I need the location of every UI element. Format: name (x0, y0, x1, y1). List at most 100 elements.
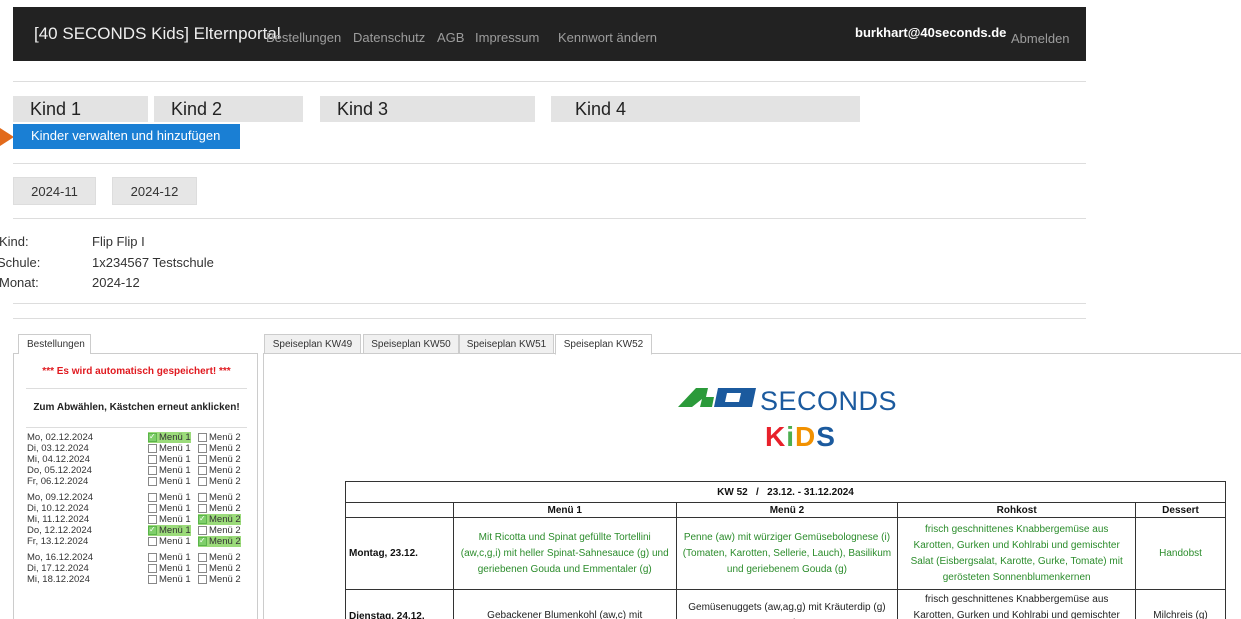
menu-2-checkbox[interactable]: Menü 2 (198, 454, 241, 465)
checkbox-icon[interactable] (198, 433, 207, 442)
checkbox-icon[interactable] (198, 455, 207, 464)
menu-1-checkbox[interactable]: Menü 1 (148, 503, 191, 514)
tab-kind-3[interactable]: Kind 3 (320, 96, 535, 122)
menu-2-checkbox[interactable]: Menü 2 (198, 443, 241, 454)
checkbox-icon[interactable] (148, 477, 157, 486)
menu-2-checkbox[interactable]: Menü 2 (198, 476, 241, 487)
order-day-row: Di, 17.12.2024 Menü 1 Menü 2 (27, 563, 252, 574)
checkbox-icon[interactable] (148, 564, 157, 573)
logo-kids-text: KiDS (765, 421, 836, 453)
user-email: burkhart@40seconds.de (855, 25, 1007, 40)
checkbox-icon[interactable] (198, 444, 207, 453)
menu-table: KW 52 / 23.12. - 31.12.2024 Menü 1 Menü … (345, 481, 1226, 619)
header-dessert: Dessert (1135, 502, 1226, 518)
nav-link-bestellungen[interactable]: Bestellungen (266, 30, 341, 45)
menu-1-checkbox[interactable]: Menü 1 (148, 574, 191, 585)
menu-1-checkbox[interactable]: Menü 1 (148, 552, 191, 563)
tab-kind-2[interactable]: Kind 2 (154, 96, 303, 122)
checkbox-icon[interactable] (148, 524, 157, 535)
menu-2-cell: Gemüsenuggets (aw,ag,g) mit Kräuterdip (… (675, 589, 899, 619)
month-button-2024-11[interactable]: 2024-11 (13, 177, 96, 205)
menu-1-checkbox[interactable]: Menü 1 (148, 465, 191, 476)
checkbox-label: Menü 2 (209, 432, 241, 443)
logo-kids-letter: S (816, 421, 836, 452)
checkbox-icon[interactable] (148, 431, 157, 442)
checkbox-label: Menü 1 (159, 525, 191, 536)
nav-link-kennwort[interactable]: Kennwort ändern (558, 30, 657, 45)
nav-link-datenschutz[interactable]: Datenschutz (353, 30, 425, 45)
tab-speiseplan-kw51[interactable]: Speiseplan KW51 (459, 334, 554, 354)
checkbox-label: Menü 1 (159, 465, 191, 476)
divider (26, 388, 247, 389)
checkbox-icon[interactable] (198, 564, 207, 573)
order-day-row: Mi, 18.12.2024 Menü 1 Menü 2 (27, 574, 252, 585)
checkbox-icon[interactable] (148, 444, 157, 453)
menu-2-checkbox[interactable]: Menü 2 (198, 465, 241, 476)
checkbox-icon[interactable] (148, 537, 157, 546)
menu-1-checkbox[interactable]: Menü 1 (148, 443, 191, 454)
menu-2-checkbox[interactable]: Menü 2 (198, 492, 241, 503)
checkbox-icon[interactable] (198, 504, 207, 513)
menu-2-checkbox[interactable]: Menü 2 (198, 563, 241, 574)
divider (13, 218, 1086, 219)
order-day-row: Di, 10.12.2024 Menü 1 Menü 2 (27, 503, 252, 514)
nav-link-agb[interactable]: AGB (437, 30, 464, 45)
menu-1-checkbox[interactable]: Menü 1 (148, 524, 191, 536)
checkbox-icon[interactable] (198, 526, 207, 535)
order-day-row: Do, 05.12.2024 Menü 1 Menü 2 (27, 465, 252, 476)
menu-2-checkbox[interactable]: Menü 2 (198, 535, 241, 547)
tab-speiseplan-kw50[interactable]: Speiseplan KW50 (363, 334, 459, 354)
tab-speiseplan-kw49[interactable]: Speiseplan KW49 (264, 334, 361, 354)
order-day-date: Mi, 04.12.2024 (27, 454, 90, 465)
checkbox-icon[interactable] (148, 466, 157, 475)
nav-link-impressum[interactable]: Impressum (475, 30, 539, 45)
menu-1-checkbox[interactable]: Menü 1 (148, 536, 191, 547)
checkbox-icon[interactable] (148, 515, 157, 524)
checkbox-label: Menü 1 (159, 503, 191, 514)
tab-kind-4[interactable]: Kind 4 (551, 96, 860, 122)
menu-2-checkbox[interactable]: Menü 2 (198, 574, 241, 585)
checkbox-icon[interactable] (148, 575, 157, 584)
checkbox-icon[interactable] (198, 575, 207, 584)
menu-1-checkbox[interactable]: Menü 1 (148, 431, 191, 443)
brand-title[interactable]: [40 SECONDS Kids] Elternportal (34, 24, 281, 44)
checkbox-icon[interactable] (198, 553, 207, 562)
menu-1-checkbox[interactable]: Menü 1 (148, 492, 191, 503)
menu-2-checkbox[interactable]: Menü 2 (198, 552, 241, 563)
checkbox-icon[interactable] (148, 504, 157, 513)
pointer-arrow-icon (0, 128, 14, 146)
checkbox-icon[interactable] (198, 535, 207, 546)
menu-2-checkbox[interactable]: Menü 2 (198, 513, 241, 525)
checkbox-label: Menü 2 (209, 574, 241, 585)
checkbox-icon[interactable] (198, 493, 207, 502)
order-day-date: Mi, 18.12.2024 (27, 574, 90, 585)
checkbox-icon[interactable] (148, 493, 157, 502)
top-navbar: [40 SECONDS Kids] Elternportal Bestellun… (13, 7, 1086, 61)
checkbox-label: Menü 1 (159, 476, 191, 487)
menu-1-checkbox[interactable]: Menü 1 (148, 454, 191, 465)
checkbox-icon[interactable] (198, 513, 207, 524)
checkbox-icon[interactable] (148, 553, 157, 562)
checkbox-label: Menü 1 (159, 574, 191, 585)
tab-kind-1[interactable]: Kind 1 (13, 96, 148, 122)
menu-1-checkbox[interactable]: Menü 1 (148, 563, 191, 574)
divider (13, 303, 1086, 304)
schule-value: 1x234567 Testschule (92, 255, 214, 270)
checkbox-icon[interactable] (198, 466, 207, 475)
header-rohkost: Rohkost (897, 502, 1137, 518)
kind-value: Flip Flip I (92, 234, 145, 249)
checkbox-icon[interactable] (198, 477, 207, 486)
logout-link[interactable]: Abmelden (1011, 31, 1070, 46)
month-button-2024-12[interactable]: 2024-12 (112, 177, 197, 205)
week-title: KW 52 / 23.12. - 31.12.2024 (345, 481, 1226, 503)
menu-2-checkbox[interactable]: Menü 2 (198, 432, 241, 443)
checkbox-label: Menü 1 (159, 563, 191, 574)
order-day-row: Di, 03.12.2024 Menü 1 Menü 2 (27, 443, 252, 454)
menu-1-checkbox[interactable]: Menü 1 (148, 476, 191, 487)
tab-bestellungen[interactable]: Bestellungen (18, 334, 91, 354)
manage-children-button[interactable]: Kinder verwalten und hinzufügen (13, 124, 240, 149)
checkbox-icon[interactable] (148, 455, 157, 464)
tab-speiseplan-kw52[interactable]: Speiseplan KW52 (555, 334, 652, 355)
checkbox-label: Menü 1 (159, 454, 191, 465)
divider (13, 81, 1086, 82)
